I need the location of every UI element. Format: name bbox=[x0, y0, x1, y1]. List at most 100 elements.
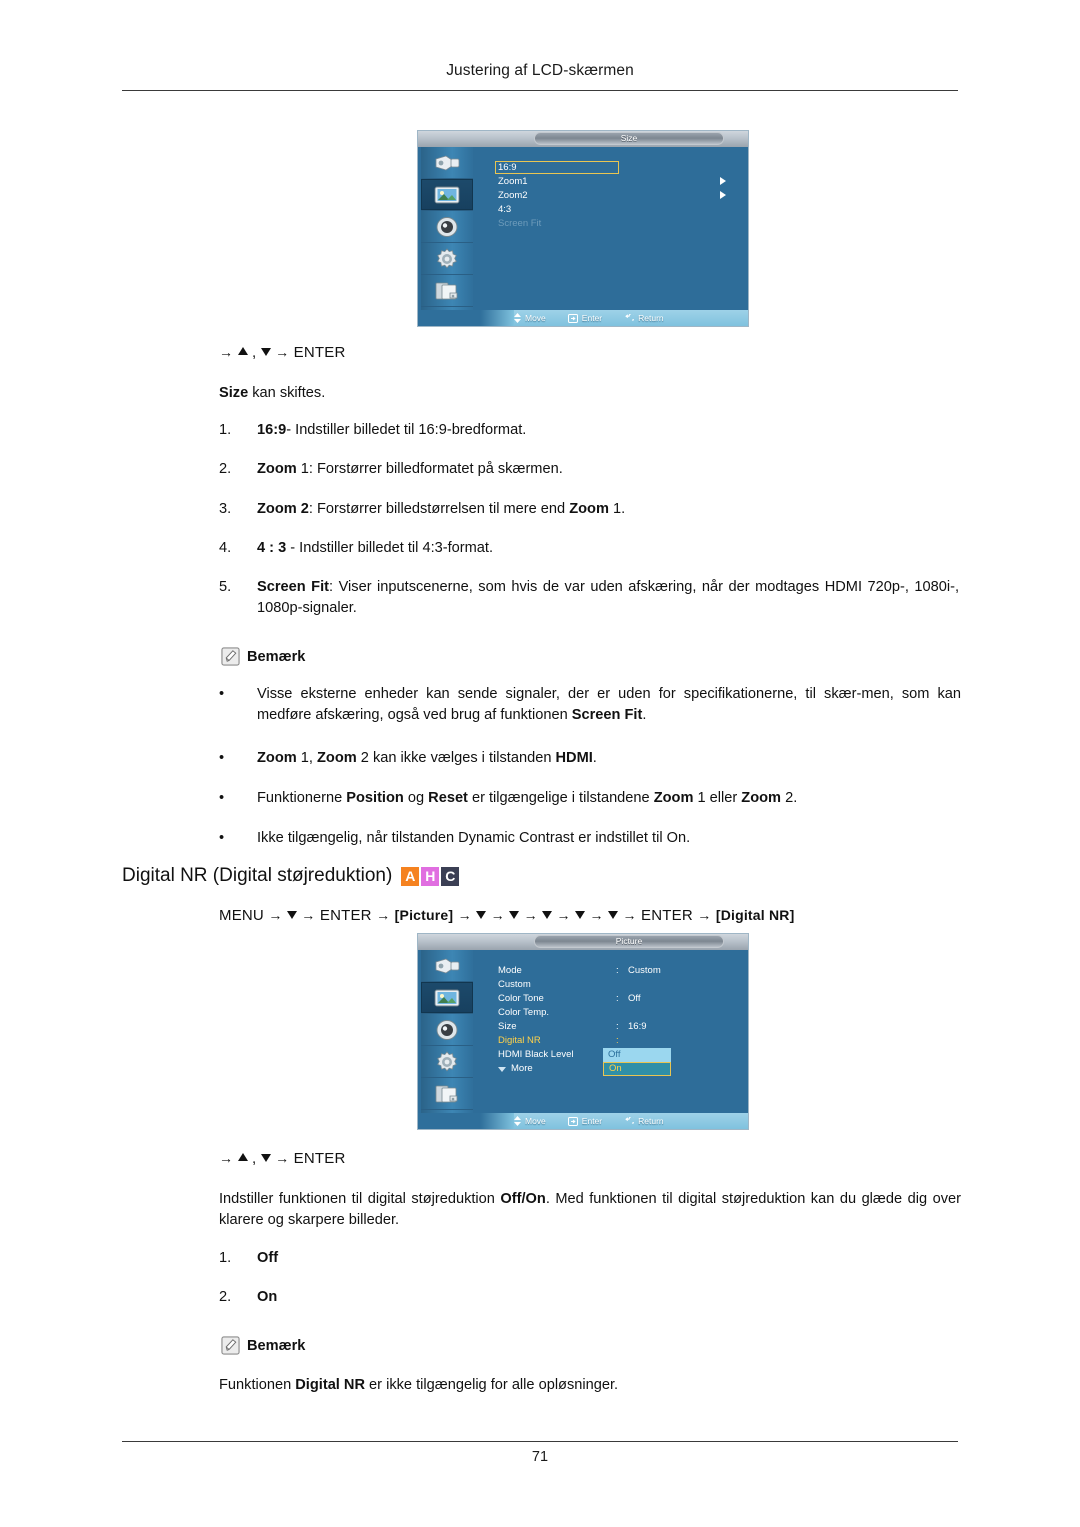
size-bullet-4: • Ikke tilgængelig, når tilstanden Dynam… bbox=[219, 828, 961, 849]
picture-icon[interactable] bbox=[421, 179, 473, 211]
selection-box bbox=[495, 161, 619, 174]
size-list-item-5: 5. Screen Fit: Viser inputscenerne, som … bbox=[219, 579, 960, 616]
badge-h: H bbox=[421, 866, 440, 886]
osd-size-menu: Size 16:9 Zoom1 Zoom2 4:3 Screen Fit Mov… bbox=[418, 131, 748, 326]
chevron-right-icon bbox=[720, 177, 726, 185]
osd-enter-hint: Enter bbox=[567, 313, 602, 323]
down-arrow-icon bbox=[286, 911, 297, 919]
badge-a: A bbox=[401, 866, 420, 886]
digital-nr-note-text: Funktionen Digital NR er ikke tilgængeli… bbox=[219, 1377, 619, 1393]
bullet-dot: • bbox=[219, 750, 225, 766]
osd-size-sidebar bbox=[421, 147, 473, 310]
osd-row-color-temp[interactable]: Color Temp. bbox=[498, 1006, 740, 1020]
badge-c: C bbox=[441, 866, 460, 886]
document-page: Justering af LCD-skærmen Size 16:9 Zoom1… bbox=[0, 0, 1080, 1527]
down-arrow-icon bbox=[476, 911, 487, 919]
osd-move-hint: Move bbox=[514, 1116, 546, 1126]
down-arrow-icon bbox=[575, 911, 586, 919]
input-source-icon[interactable] bbox=[421, 950, 473, 982]
down-arrow-icon bbox=[608, 911, 619, 919]
size-bullet-3: • Funktionerne Position og Reset er tilg… bbox=[219, 788, 961, 809]
setup-gear-icon[interactable] bbox=[421, 1046, 473, 1078]
note-label: Bemærk bbox=[247, 648, 306, 665]
osd-size-rows: 16:9 Zoom1 Zoom2 4:3 Screen Fit bbox=[495, 161, 740, 231]
digital-nr-item-2: 2. On bbox=[219, 1289, 278, 1305]
footer-divider bbox=[122, 1441, 958, 1442]
down-arrow-icon bbox=[260, 1154, 271, 1162]
return-arrow-icon bbox=[625, 313, 635, 321]
note-label: Bemærk bbox=[247, 1337, 306, 1354]
osd-enter-hint: Enter bbox=[567, 1116, 602, 1126]
size-list-item-4: 4. 4 : 3 - Indstiller billedet til 4:3-f… bbox=[219, 540, 494, 556]
osd-picture-menu: Picture Mode: Custom Custom Color Tone … bbox=[418, 934, 748, 1129]
note-block-1: Bemærk bbox=[221, 647, 305, 666]
input-source-icon[interactable] bbox=[421, 147, 473, 179]
sound-icon[interactable] bbox=[421, 1014, 473, 1046]
osd-row-color-tone[interactable]: Color Tone : Off bbox=[498, 992, 740, 1006]
bullet-dot: • bbox=[219, 686, 225, 702]
size-nav-hint: → , → ENTER bbox=[219, 344, 346, 361]
header-divider bbox=[122, 90, 958, 91]
multi-control-icon[interactable] bbox=[421, 1078, 473, 1110]
osd-bottombar-corner bbox=[418, 310, 514, 326]
note-block-2: Bemærk bbox=[221, 1336, 305, 1355]
mode-badges: A H C bbox=[401, 866, 460, 886]
bullet-dot: • bbox=[219, 830, 225, 846]
up-arrow-icon bbox=[237, 1153, 248, 1161]
osd-return-hint: Return bbox=[624, 1116, 664, 1126]
down-arrow-icon bbox=[542, 911, 553, 919]
page-header-title: Justering af LCD-skærmen bbox=[446, 62, 634, 79]
chevron-down-icon bbox=[498, 1066, 506, 1072]
osd-row-zoom2[interactable]: Zoom2 bbox=[498, 189, 740, 203]
dropdown-option-off[interactable]: Off bbox=[603, 1048, 671, 1062]
page-number: 71 bbox=[531, 1449, 549, 1465]
osd-row-4-3[interactable]: 4:3 bbox=[498, 203, 740, 217]
osd-size-content: 16:9 Zoom1 Zoom2 4:3 Screen Fit bbox=[473, 147, 748, 310]
picture-icon[interactable] bbox=[421, 982, 473, 1014]
osd-row-16-9[interactable]: 16:9 bbox=[495, 161, 740, 175]
size-intro-paragraph: Size kan skiftes. bbox=[219, 385, 326, 401]
multi-control-icon[interactable] bbox=[421, 275, 473, 307]
bullet-dot: • bbox=[219, 790, 225, 806]
osd-move-hint: Move bbox=[514, 313, 546, 323]
osd-picture-content: Mode : Custom Custom Color Tone : Off Co… bbox=[473, 950, 748, 1113]
osd-picture-titlebar: Picture bbox=[418, 934, 748, 950]
note-pencil-icon bbox=[221, 647, 240, 666]
enter-key-icon bbox=[567, 1116, 578, 1126]
up-arrow-icon bbox=[237, 347, 248, 355]
setup-gear-icon[interactable] bbox=[421, 243, 473, 275]
digital-nr-nav-hint: → , → ENTER bbox=[219, 1150, 346, 1167]
return-arrow-icon bbox=[625, 1116, 635, 1124]
up-down-arrow-icon bbox=[514, 313, 521, 323]
osd-return-hint: Return bbox=[624, 313, 664, 323]
osd-bottombar-corner bbox=[418, 1113, 514, 1129]
osd-row-screen-fit: Screen Fit bbox=[498, 218, 542, 229]
up-down-arrow-icon bbox=[514, 1116, 521, 1126]
size-list-item-3: 3. Zoom 2: Forstørrer billedstørrelsen t… bbox=[219, 501, 626, 517]
sound-icon[interactable] bbox=[421, 211, 473, 243]
digital-nr-menu-path: MENU → → ENTER → [Picture] → → → → → → E… bbox=[219, 907, 795, 924]
digital-nr-dropdown[interactable]: Off On bbox=[603, 1048, 671, 1076]
digital-nr-heading: Digital NR (Digital støjreduktion) A H C bbox=[122, 865, 460, 887]
chevron-right-icon bbox=[720, 191, 726, 199]
osd-size-body: 16:9 Zoom1 Zoom2 4:3 Screen Fit bbox=[418, 147, 748, 310]
size-list-item-1: 1. 16:9- Indstiller billedet til 16:9-br… bbox=[219, 422, 527, 438]
osd-picture-sidebar bbox=[421, 950, 473, 1113]
down-arrow-icon bbox=[509, 911, 520, 919]
osd-row-digital-nr[interactable]: Digital NR : bbox=[498, 1034, 740, 1048]
digital-nr-paragraph: Indstiller funktionen til digital støjre… bbox=[219, 1191, 961, 1228]
osd-size-titlebar: Size bbox=[418, 131, 748, 147]
page-title: Digital NR (Digital støjreduktion) bbox=[122, 865, 393, 886]
osd-row-custom[interactable]: Custom bbox=[498, 978, 740, 992]
osd-row-zoom1[interactable]: Zoom1 bbox=[498, 175, 740, 189]
size-list-item-2: 2. Zoom 1: Forstørrer billedformatet på … bbox=[219, 461, 563, 477]
osd-picture-bottombar: Move Enter Return bbox=[418, 1113, 748, 1129]
down-arrow-icon bbox=[260, 348, 271, 356]
osd-row-mode[interactable]: Mode : Custom bbox=[498, 964, 740, 978]
dropdown-option-on[interactable]: On bbox=[603, 1062, 671, 1076]
osd-row-size[interactable]: Size : 16:9 bbox=[498, 1020, 740, 1034]
osd-picture-title: Picture bbox=[534, 935, 724, 948]
note-pencil-icon bbox=[221, 1336, 240, 1355]
osd-size-title: Size bbox=[534, 132, 724, 145]
enter-key-icon bbox=[567, 313, 578, 323]
